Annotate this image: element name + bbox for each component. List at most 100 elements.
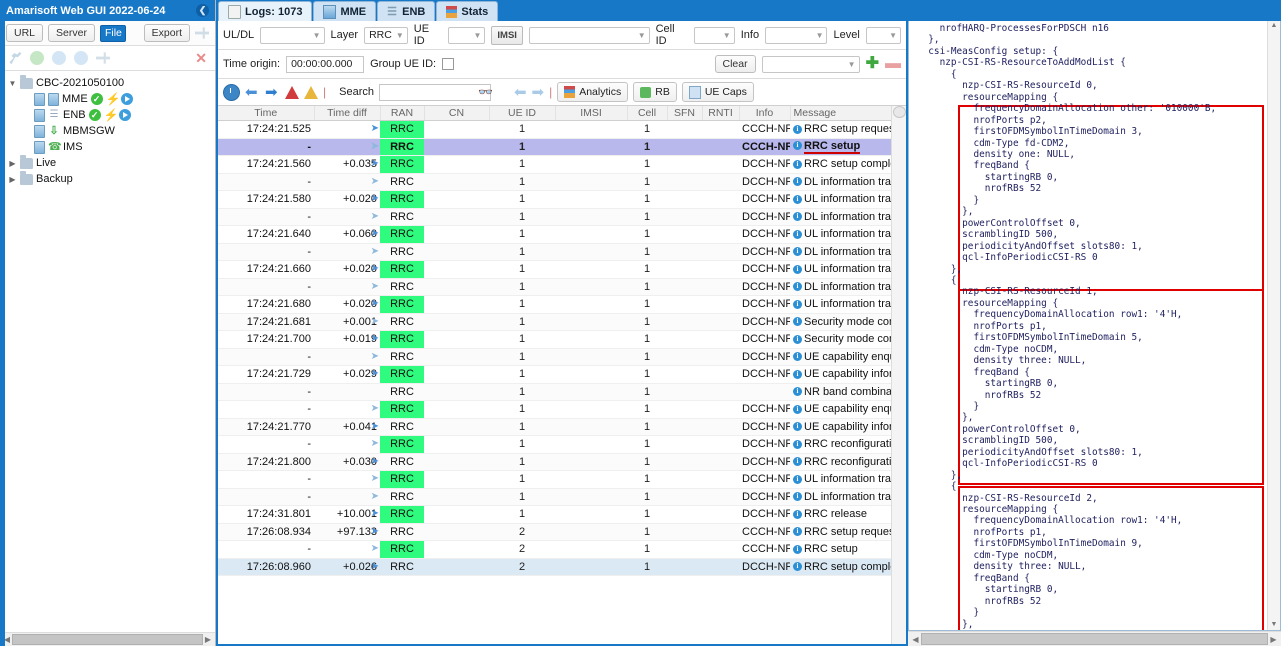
play-circle-icon[interactable]: [74, 51, 88, 65]
cellid-select[interactable]: ▼: [693, 26, 735, 44]
table-row[interactable]: - ➤ RRC 1 1 DCCH-NR i DL information transfer: [218, 278, 906, 296]
col-time-diff[interactable]: Time diff: [314, 106, 381, 121]
info-icon[interactable]: i: [793, 562, 802, 572]
table-row[interactable]: - ➤ RRC 1 1 DCCH-NR i UE capability enquiry: [218, 400, 906, 419]
col-info[interactable]: Info: [739, 106, 791, 121]
table-row[interactable]: - ➤ RRC 1 1 DCCH-NR i DL information transfer: [218, 243, 906, 261]
table-row[interactable]: 17:26:08.934 +97.133 ➤ RRC 2 1 CCCH-NR i RRC set…: [218, 523, 906, 541]
tree-item-live[interactable]: ▶ Live: [6, 154, 215, 171]
ue-caps-button[interactable]: UE Caps: [681, 82, 754, 102]
info-icon[interactable]: i: [793, 299, 802, 309]
minus-icon[interactable]: ▬: [885, 56, 901, 72]
prev-match-icon[interactable]: ⬅: [514, 85, 527, 100]
table-row[interactable]: 17:24:21.525 ➤ RRC 1 1 CCCH-NR i RRC setup requ…: [218, 120, 906, 139]
info-icon[interactable]: i: [793, 177, 802, 187]
close-icon[interactable]: ✕: [195, 50, 207, 67]
url-button[interactable]: URL: [6, 24, 44, 42]
table-row[interactable]: 17:24:31.801 +10.001 ➤ RRC 1 1 DCCH-NR i RRC rel…: [218, 505, 906, 524]
search-input[interactable]: [378, 83, 491, 101]
info-icon[interactable]: i: [793, 352, 802, 362]
info-icon[interactable]: i: [793, 194, 802, 204]
table-row[interactable]: - RRC 1 1 i NR band combinations: [218, 383, 906, 401]
info-select[interactable]: ▼: [765, 26, 828, 44]
info-icon[interactable]: i: [793, 282, 802, 292]
tree-item-ims[interactable]: ☎ IMS: [6, 139, 215, 155]
sidebar-horizontal-scrollbar[interactable]: ◀ ▶: [0, 632, 215, 646]
imsi-select[interactable]: ▼: [528, 26, 650, 44]
table-row[interactable]: 17:24:21.729 +0.029 ➤ RRC 1 1 DCCH-NR i UE capab…: [218, 365, 906, 384]
scroll-right-icon[interactable]: ▶: [1268, 635, 1279, 644]
level-select[interactable]: ▼: [865, 26, 901, 44]
col-message[interactable]: Message: [790, 106, 906, 121]
warning-icon[interactable]: [304, 85, 318, 99]
scroll-thumb[interactable]: [921, 633, 1268, 645]
table-vertical-scrollbar[interactable]: [891, 106, 906, 644]
info-icon[interactable]: i: [793, 141, 802, 151]
detail-vertical-scrollbar[interactable]: ▲ ▼: [1267, 21, 1280, 630]
info-icon[interactable]: i: [793, 159, 802, 169]
tab-logs[interactable]: Logs: 1073: [218, 1, 313, 21]
table-row[interactable]: - ➤ RRC 1 1 CCCH-NR i RRC setup: [218, 138, 906, 156]
table-row[interactable]: 17:24:21.700 +0.019 ➤ RRC 1 1 DCCH-NR i Security…: [218, 330, 906, 349]
table-row[interactable]: 17:24:21.580 +0.020 ➤ RRC 1 1 DCCH-NR i UL infor…: [218, 190, 906, 209]
tree-item-backup[interactable]: ▶ Backup: [6, 170, 215, 187]
detail-horizontal-scrollbar[interactable]: ◀ ▶: [908, 631, 1281, 646]
check-circle-icon[interactable]: [30, 51, 44, 65]
table-row[interactable]: 17:24:21.770 +0.041 ➤ RRC 1 1 DCCH-NR i UE capab…: [218, 418, 906, 436]
info-icon[interactable]: i: [793, 474, 802, 484]
info-icon[interactable]: i: [793, 509, 802, 519]
info-icon[interactable]: i: [793, 387, 802, 397]
col-sfn[interactable]: SFN: [667, 106, 703, 121]
plus-icon[interactable]: ✚: [866, 56, 879, 72]
table-row[interactable]: 17:24:21.680 +0.020 ➤ RRC 1 1 DCCH-NR i UL infor…: [218, 295, 906, 314]
ueid-select[interactable]: ▼: [448, 26, 486, 44]
tree-item-enb[interactable]: ☰ ENB ⚡: [6, 107, 215, 123]
play-icon[interactable]: [120, 93, 133, 105]
info-icon[interactable]: i: [793, 404, 802, 414]
ok-icon[interactable]: [90, 93, 103, 105]
table-row[interactable]: - ➤ RRC 1 1 DCCH-NR i UE capability enquiry: [218, 348, 906, 366]
tab-mme[interactable]: MME: [313, 1, 377, 21]
col-cell[interactable]: Cell: [627, 106, 668, 121]
info-icon[interactable]: i: [793, 124, 802, 134]
rb-button[interactable]: RB: [633, 82, 677, 102]
info-icon[interactable]: i: [793, 492, 802, 502]
analytics-button[interactable]: Analytics: [557, 82, 629, 102]
table-row[interactable]: - ➤ RRC 2 1 CCCH-NR i RRC setup: [218, 540, 906, 559]
info-icon[interactable]: i: [793, 369, 802, 379]
play-icon[interactable]: [118, 109, 131, 121]
table-row[interactable]: 17:24:21.560 +0.035 ➤ RRC 1 1 DCCH-NR i RRC setu…: [218, 155, 906, 174]
server-button[interactable]: Server: [48, 24, 95, 42]
error-icon[interactable]: [285, 85, 299, 99]
plug-icon[interactable]: [195, 27, 209, 39]
info-icon[interactable]: i: [793, 212, 802, 222]
tree-item-mbmsgw[interactable]: ⇩ MBMSGW: [6, 123, 215, 139]
clock-icon[interactable]: [223, 83, 240, 101]
imsi-button[interactable]: IMSI: [491, 25, 523, 45]
layer-select[interactable]: RRC ▼: [364, 26, 408, 44]
uldl-select[interactable]: ▼: [260, 26, 325, 44]
expand-arrow-icon[interactable]: ▼: [8, 79, 17, 88]
info-icon[interactable]: i: [793, 457, 802, 467]
chevron-left-icon[interactable]: ❮: [196, 4, 209, 17]
bolt-icon[interactable]: ⚡: [104, 109, 119, 121]
tree-item-cbc[interactable]: ▼ CBC-2021050100: [6, 74, 215, 91]
tab-enb[interactable]: ☰ ENB: [377, 1, 436, 21]
scroll-left-icon[interactable]: ◀: [910, 635, 921, 644]
file-button[interactable]: File: [99, 24, 126, 42]
tree-item-mme[interactable]: MME ⚡: [6, 91, 215, 107]
time-origin-input[interactable]: 00:00:00.000: [286, 55, 365, 73]
scroll-right-icon[interactable]: ▶: [203, 635, 213, 644]
scroll-down-icon[interactable]: ▼: [1268, 620, 1280, 630]
preset-select[interactable]: ▼: [761, 55, 860, 73]
scroll-up-icon[interactable]: ▲: [1268, 21, 1280, 31]
next-match-icon[interactable]: ➡: [532, 85, 545, 100]
info-icon[interactable]: i: [793, 247, 802, 257]
binoculars-icon[interactable]: 👓: [478, 85, 493, 99]
col-ran[interactable]: RAN: [380, 106, 425, 121]
table-row[interactable]: - ➤ RRC 1 1 DCCH-NR i DL information transfer: [218, 173, 906, 191]
ok-icon[interactable]: [88, 109, 101, 121]
info-icon[interactable]: i: [793, 527, 802, 537]
back-arrow-icon[interactable]: ⬅: [245, 85, 260, 100]
group-ueid-checkbox[interactable]: [442, 58, 455, 70]
